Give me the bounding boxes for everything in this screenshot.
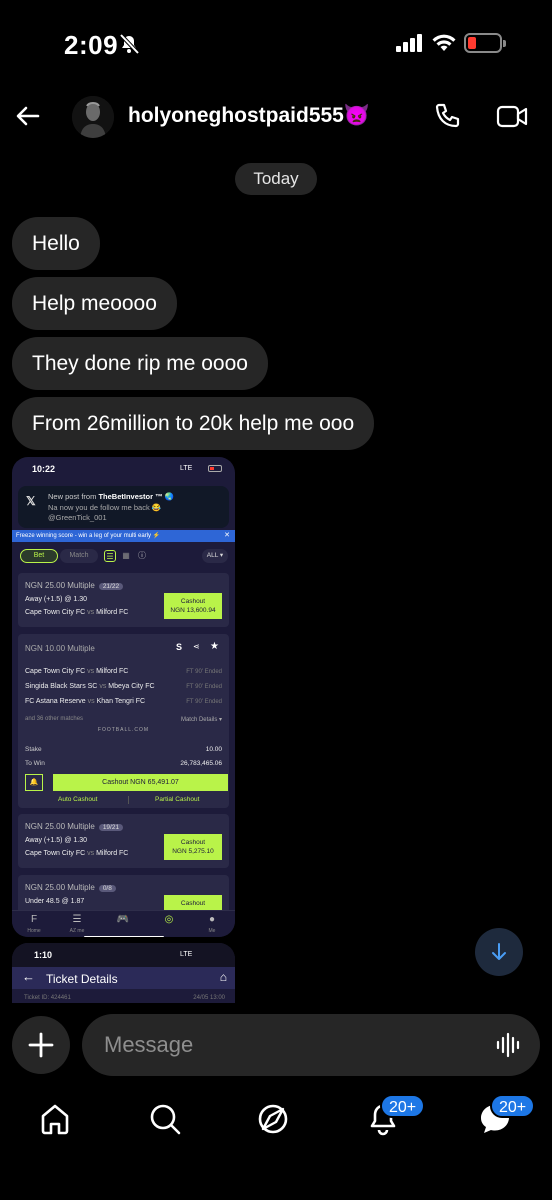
ticket-details-title: Ticket Details — [46, 972, 118, 986]
tab-bet: Bet — [20, 549, 58, 563]
profile-icon: ● — [208, 914, 216, 925]
bottom-nav: 20+ 20+ — [0, 1086, 552, 1200]
cashout-button: Cashout NGN 13,600.94 — [164, 593, 222, 619]
image-status-bar: 10:22 LTE — [12, 457, 235, 479]
partial-cashout-link: Partial Cashout — [155, 796, 200, 803]
sporty-icon: S — [176, 642, 183, 652]
messages-badge: 20+ — [490, 1094, 536, 1118]
cell-signal-icon — [396, 34, 422, 52]
image-status-time: 1:10 — [34, 950, 53, 960]
message-bubble[interactable]: Help meoooo — [12, 277, 177, 330]
cashout-button: Cashout NGN 5,275.10 — [164, 834, 222, 860]
notifications-badge: 20+ — [380, 1094, 426, 1118]
bet-match: Cape Town City FC vs Milford FC — [25, 850, 129, 857]
match-row: FC Astana Reserve vs Khan Tengri FC — [25, 698, 146, 705]
wifi-icon — [432, 34, 456, 51]
image-status-time: 10:22 — [32, 464, 56, 474]
promo-banner: Freeze winning score - win a leg of your… — [12, 530, 235, 542]
message-bubble[interactable]: From 26million to 20k help me ooo — [12, 397, 375, 450]
image-tabs: Bet Match ☰ ▦ ⓘ ALL ▾ — [20, 549, 228, 564]
match-details-link: Match Details ▾ — [180, 717, 222, 723]
video-call-icon[interactable] — [496, 104, 528, 130]
message-bubble[interactable]: They done rip me oooo — [12, 337, 268, 390]
battery-icon — [464, 33, 506, 53]
image-bottom-nav: F Home ☰ AZ me 🎮 ◎ ● Me — [12, 910, 235, 937]
auto-cashout-link: Auto Cashout — [58, 796, 98, 803]
back-arrow-icon[interactable] — [14, 102, 42, 130]
home-icon[interactable] — [38, 1102, 72, 1136]
star-icon: ★ — [210, 641, 219, 652]
match-row: Singida Black Stars SC vs Mbeya City FC — [25, 683, 155, 690]
bet-pick: Away (+1.5) @ 1.30 — [25, 596, 88, 603]
image-battery-icon — [208, 465, 222, 472]
search-icon[interactable] — [148, 1102, 182, 1136]
bell-icon: 🔔 — [25, 774, 43, 791]
chat-username[interactable]: holyoneghostpaid555👿 — [128, 104, 370, 128]
bet-card: NGN 25.00 Multiple 21/22 Away (+1.5) @ 1.… — [18, 573, 229, 627]
share-icon: ⋖ — [193, 642, 200, 651]
notification-line3: @GreenTick_001 — [48, 513, 107, 522]
scroll-to-bottom-button[interactable] — [475, 928, 523, 976]
bet-card: NGN 25.00 Multiple 19/21 Away (+1.5) @ 1.… — [18, 814, 229, 868]
more-matches: and 36 other matches — [25, 716, 84, 722]
chat-header: holyoneghostpaid555👿 — [0, 90, 552, 150]
avatar[interactable] — [72, 96, 114, 138]
shared-image-ticket-details[interactable]: 1:10 LTE ← Ticket Details ⌂ Ticket ID: 4… — [12, 943, 235, 1003]
message-composer[interactable] — [82, 1014, 540, 1076]
cashout-button: Cashout NGN 65,491.07 — [53, 774, 228, 791]
bet-pick: Away (+1.5) @ 1.30 — [25, 837, 88, 844]
explore-compass-icon[interactable] — [256, 1102, 290, 1136]
status-time: 2:09 — [64, 30, 119, 60]
menu-icon: ☰ — [72, 914, 82, 925]
image-notification: 𝕏 New post from TheBetInvestor ™ 🌏 Na no… — [18, 486, 229, 528]
list-view-icon: ☰ — [104, 550, 116, 562]
gamepad-icon: 🎮 — [116, 914, 130, 925]
image-network: LTE — [180, 465, 193, 472]
shared-image-bet-slip[interactable]: 10:22 LTE 𝕏 New post from TheBetInvestor… — [12, 457, 235, 937]
watermark: FOOTBALL.COM — [97, 727, 150, 733]
x-logo-icon: 𝕏 — [26, 494, 36, 508]
match-row: Cape Town City FC vs Milford FC — [25, 668, 129, 675]
notification-line2: Na now you de follow me back 😂 — [48, 503, 162, 512]
date-divider: Today — [235, 163, 317, 195]
bell-slash-icon — [119, 33, 140, 55]
grid-view-icon: ▦ — [122, 551, 130, 560]
plus-icon — [28, 1032, 54, 1058]
close-icon: ✕ — [224, 532, 230, 539]
add-attachment-button[interactable] — [12, 1016, 70, 1074]
arrow-down-icon — [492, 943, 506, 960]
info-icon: ⓘ — [138, 551, 146, 560]
bet-card: NGN 25.00 Multiple 0/8 Under 48.5 @ 1.87 … — [18, 875, 229, 915]
target-icon: ◎ — [164, 914, 174, 925]
status-bar: 2:09 — [0, 0, 552, 90]
filter-all: ALL ▾ — [202, 549, 228, 563]
voice-message-icon[interactable] — [496, 1032, 522, 1058]
message-input[interactable] — [104, 1026, 484, 1064]
back-arrow-icon: ← — [22, 969, 35, 984]
tab-match: Match — [60, 549, 98, 563]
image-network: LTE — [180, 951, 193, 958]
home-icon: ⌂ — [219, 970, 227, 984]
bet-card-expanded: NGN 10.00 Multiple S ⋖ ★ Cape Town City … — [18, 634, 229, 808]
bet-pick: Under 48.5 @ 1.87 — [25, 898, 85, 905]
notification-line1: New post from TheBetInvestor ™ 🌏 — [48, 492, 175, 501]
message-bubble[interactable]: Hello — [12, 217, 100, 270]
phone-call-icon[interactable] — [432, 102, 462, 132]
bet-match: Cape Town City FC vs Milford FC — [25, 609, 129, 616]
home-icon: F — [30, 914, 38, 925]
